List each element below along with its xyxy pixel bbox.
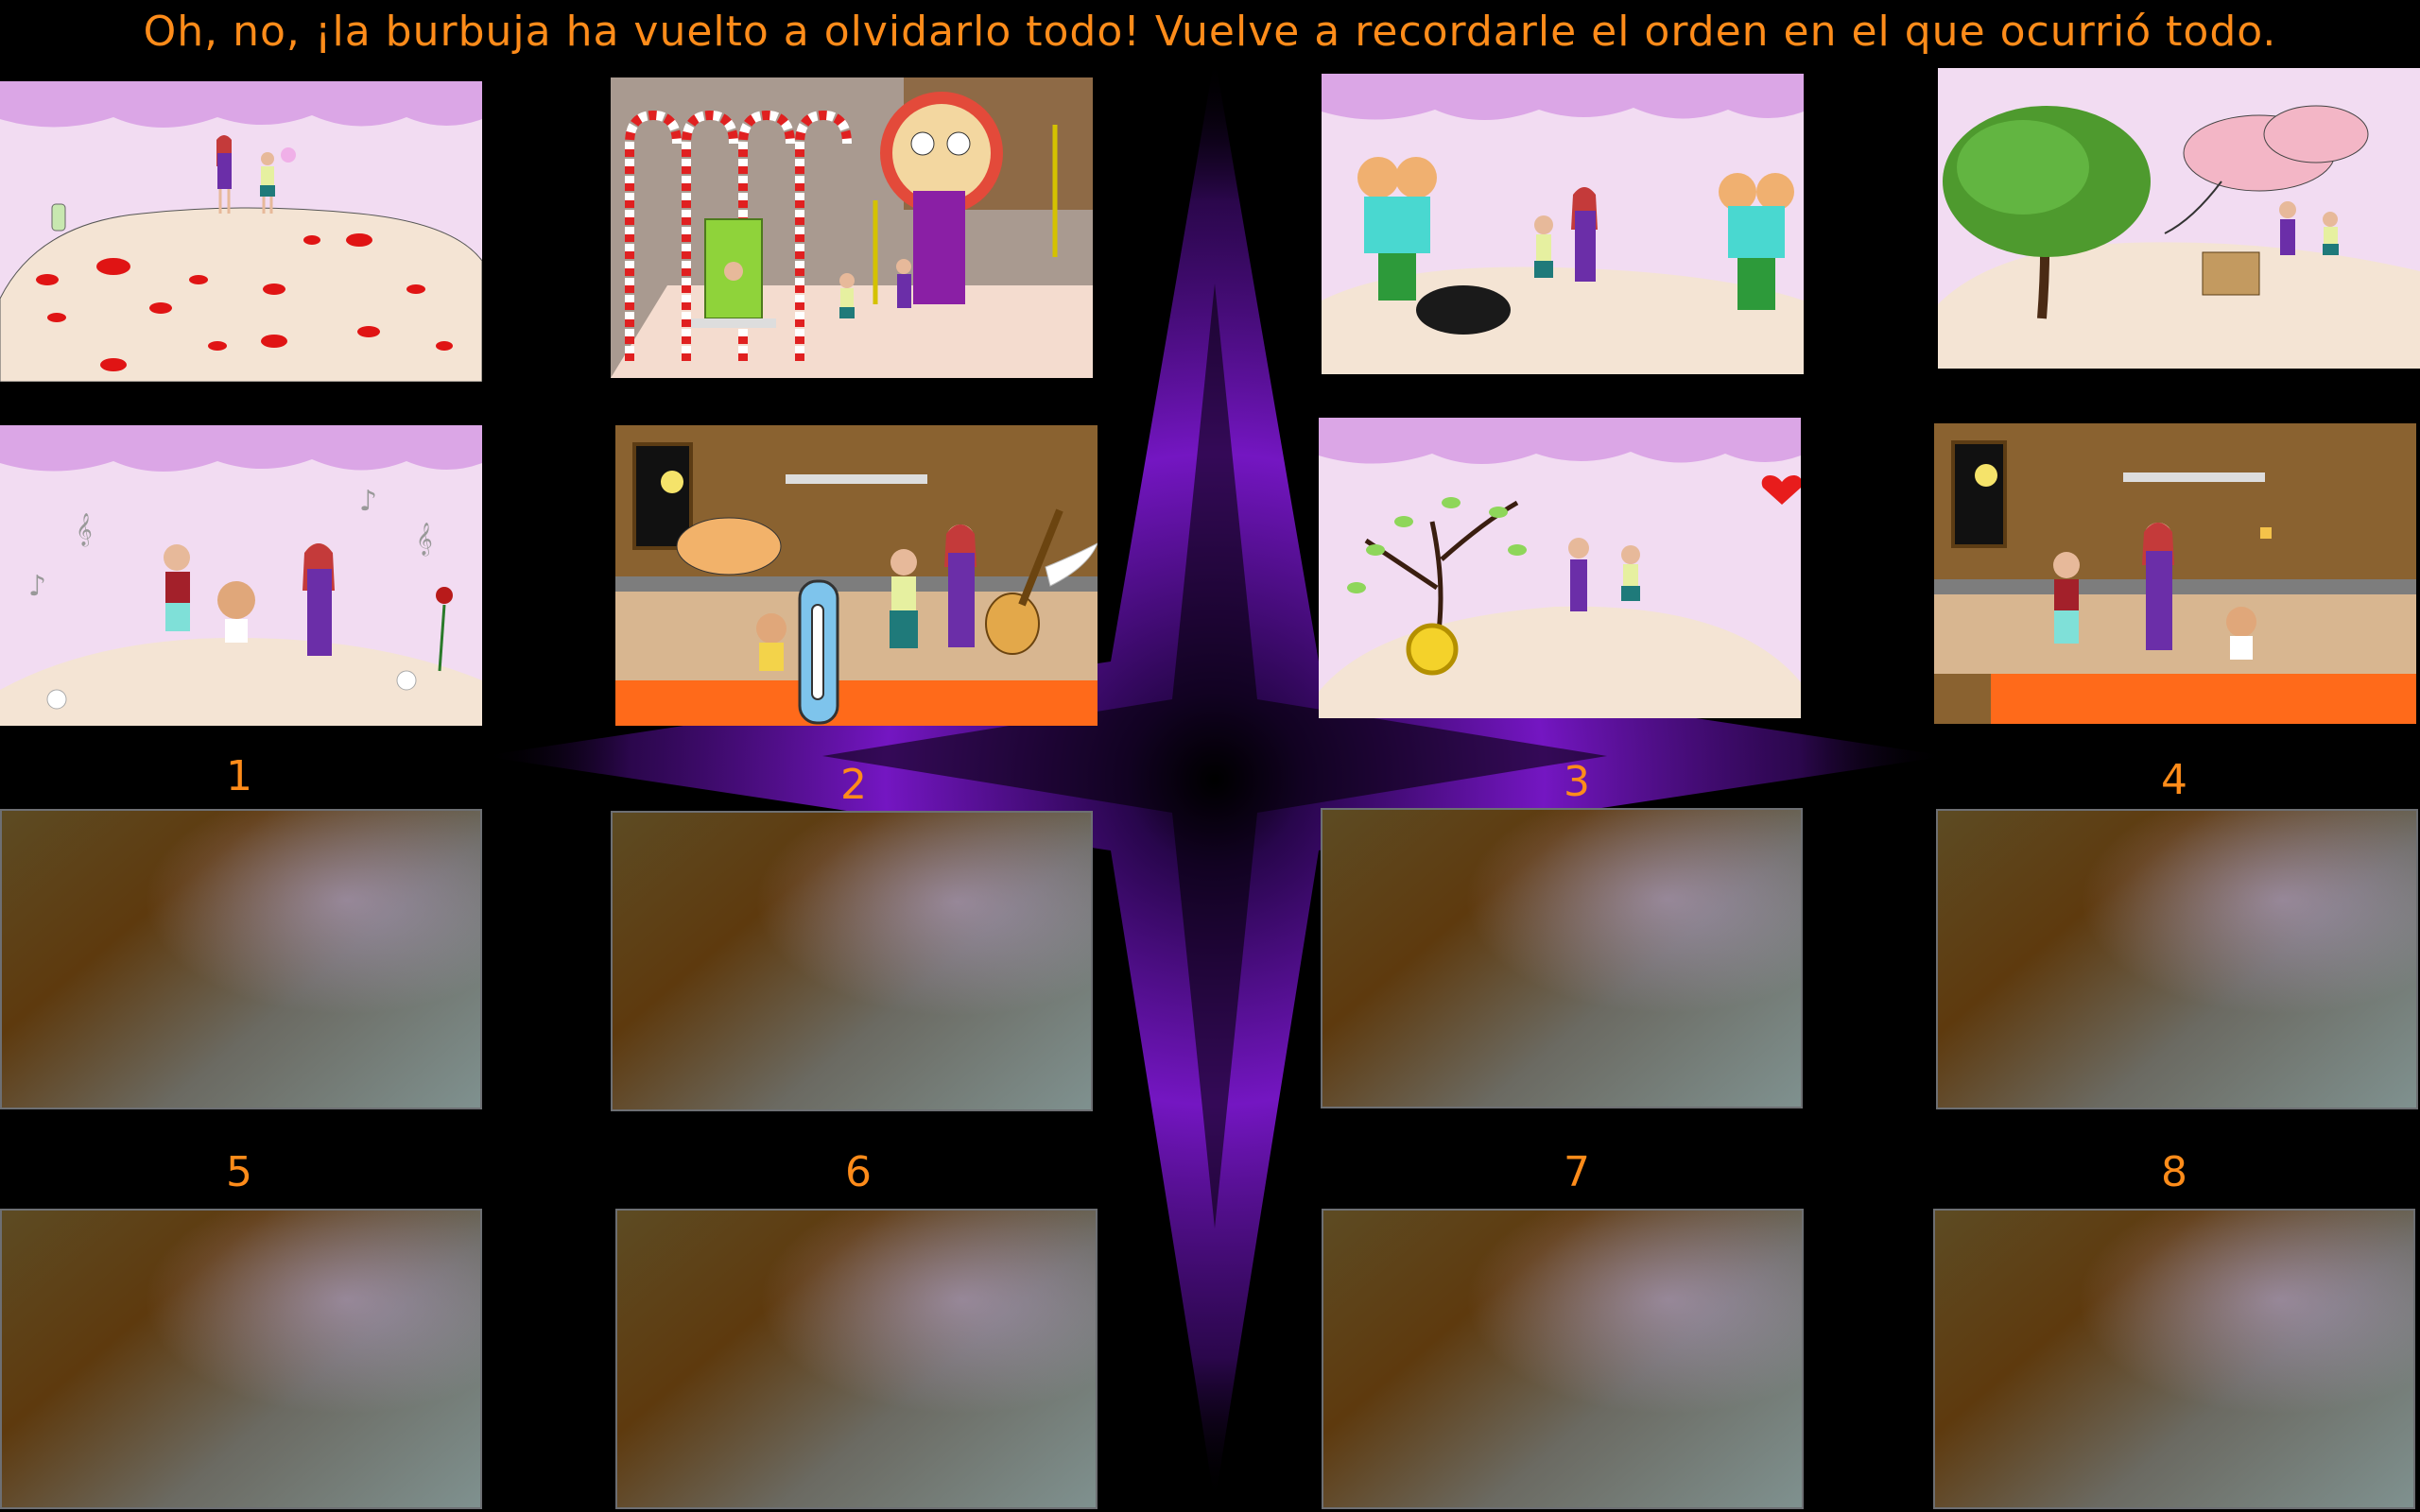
answer-slot-6[interactable]	[615, 1209, 1098, 1509]
slot-number-3: 3	[1564, 758, 1590, 806]
svg-text:♪: ♪	[28, 570, 46, 603]
svg-text:𝄞: 𝄞	[76, 513, 93, 547]
answer-slot-3[interactable]	[1321, 808, 1803, 1108]
story-card-kitchen-family[interactable]	[1934, 423, 2416, 724]
slot-number-7: 7	[1564, 1148, 1590, 1196]
answer-slot-4[interactable]	[1936, 809, 2418, 1109]
svg-text:𝄞: 𝄞	[416, 523, 433, 557]
story-card-red-buttons[interactable]	[0, 81, 482, 382]
answer-slot-5[interactable]	[0, 1209, 482, 1509]
slot-number-2: 2	[840, 761, 867, 809]
answer-slot-7[interactable]	[1322, 1209, 1804, 1509]
story-card-cloud-cat[interactable]	[1938, 68, 2420, 369]
story-card-crying-baby[interactable]: 𝄞 𝄞 ♪ ♪	[0, 425, 482, 726]
story-card-porcupine[interactable]	[1322, 74, 1804, 374]
slot-number-4: 4	[2161, 756, 2187, 804]
answer-slot-1[interactable]	[0, 809, 482, 1109]
instruction-title: Oh, no, ¡la burbuja ha vuelto a olvidarl…	[143, 8, 2277, 56]
answer-slot-2[interactable]	[611, 811, 1093, 1111]
svg-text:♪: ♪	[359, 485, 377, 518]
story-card-tape-tree[interactable]	[1319, 418, 1801, 718]
answer-slot-8[interactable]	[1933, 1209, 2415, 1509]
slot-number-6: 6	[845, 1148, 872, 1196]
story-card-candy-canes[interactable]	[611, 77, 1093, 378]
slot-number-8: 8	[2161, 1148, 2187, 1196]
slot-number-5: 5	[226, 1148, 252, 1196]
slot-number-1: 1	[226, 752, 252, 800]
story-card-kitchen-guitar[interactable]	[615, 425, 1098, 726]
